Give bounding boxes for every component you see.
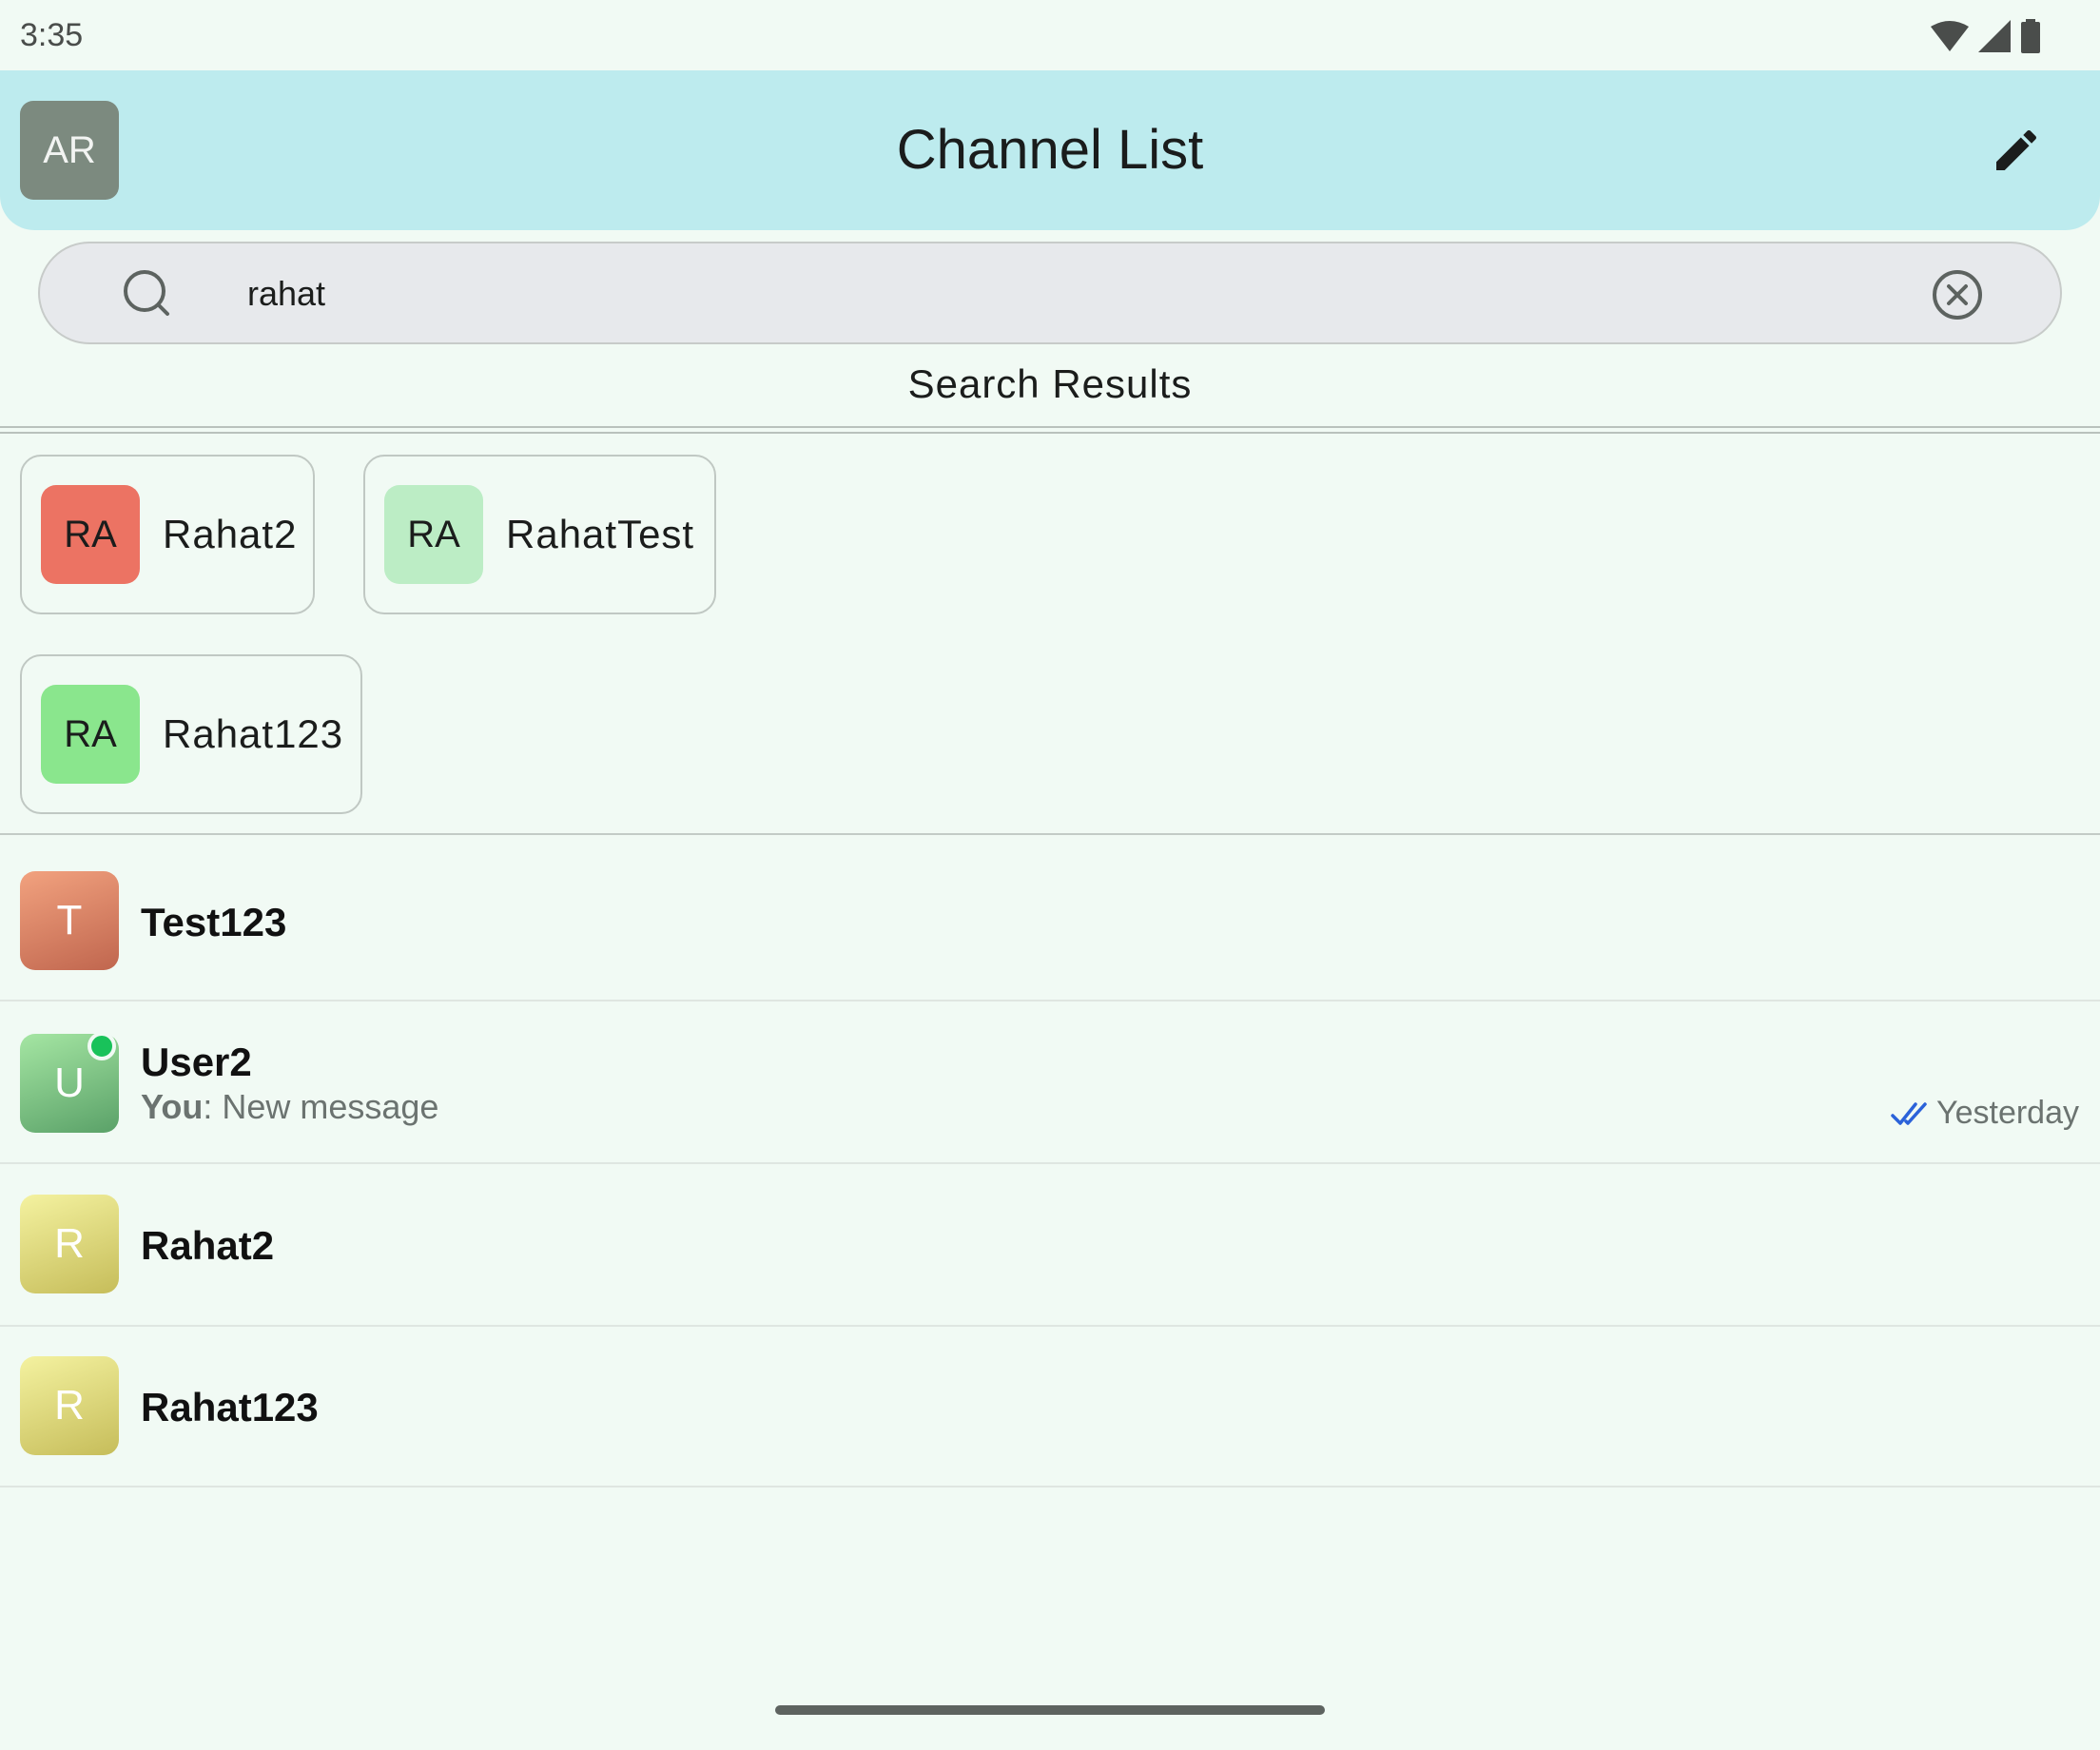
search-input[interactable] xyxy=(247,266,1864,321)
channel-row-user2[interactable]: U User2 You: New message Yesterday xyxy=(0,1001,2100,1163)
channel-last-message: You: New message xyxy=(141,1087,438,1127)
channel-row-rahat2[interactable]: R Rahat2 xyxy=(0,1164,2100,1326)
channel-avatar: R xyxy=(20,1356,119,1455)
channel-avatar: R xyxy=(20,1195,119,1293)
search-icon xyxy=(124,270,169,316)
home-indicator[interactable] xyxy=(775,1705,1325,1715)
chip-avatar: RA xyxy=(41,685,140,784)
channel-name: Test123 xyxy=(141,900,287,944)
channel-row-rahat123[interactable]: R Rahat123 xyxy=(0,1327,2100,1488)
channel-timestamp: Yesterday xyxy=(1936,1095,2079,1131)
double-check-icon xyxy=(1891,1102,1927,1125)
search-bar[interactable] xyxy=(38,242,2062,344)
chip-label: Rahat123 xyxy=(163,711,344,756)
search-result-chip[interactable]: RA Rahat2 xyxy=(20,455,315,614)
online-status-dot xyxy=(88,1032,116,1060)
status-bar: 3:35 xyxy=(0,0,2100,70)
search-result-chip[interactable]: RA Rahat123 xyxy=(20,654,362,814)
app-header: AR Channel List xyxy=(0,70,2100,230)
channel-name: User2 xyxy=(141,1040,252,1084)
channel-name: Rahat2 xyxy=(141,1223,275,1268)
divider xyxy=(0,1486,2100,1488)
channel-avatar: T xyxy=(20,871,119,970)
screen: 3:35 AR Channel List rahat Search Result… xyxy=(0,0,2100,1750)
channel-row-test123[interactable]: T Test123 xyxy=(0,837,2100,999)
message-sender: You xyxy=(141,1087,204,1126)
divider xyxy=(0,833,2100,835)
wifi-icon xyxy=(1931,21,1969,51)
edit-icon[interactable] xyxy=(1990,124,2043,177)
divider xyxy=(0,426,2100,434)
clear-search-icon[interactable] xyxy=(1931,268,1984,321)
chip-label: RahatTest xyxy=(506,512,695,556)
status-icons xyxy=(1931,19,2041,53)
message-text: : New message xyxy=(203,1087,439,1126)
chip-avatar: RA xyxy=(384,485,483,584)
channel-name: Rahat123 xyxy=(141,1385,319,1429)
battery-icon xyxy=(2021,19,2040,53)
status-time: 3:35 xyxy=(20,17,84,53)
signal-icon xyxy=(1978,20,2011,52)
chip-avatar: RA xyxy=(41,485,140,584)
chip-label: Rahat2 xyxy=(163,512,298,556)
search-results-label: Search Results xyxy=(907,361,1193,406)
page-title: Channel List xyxy=(896,119,1204,181)
search-result-chip[interactable]: RA RahatTest xyxy=(363,455,716,614)
